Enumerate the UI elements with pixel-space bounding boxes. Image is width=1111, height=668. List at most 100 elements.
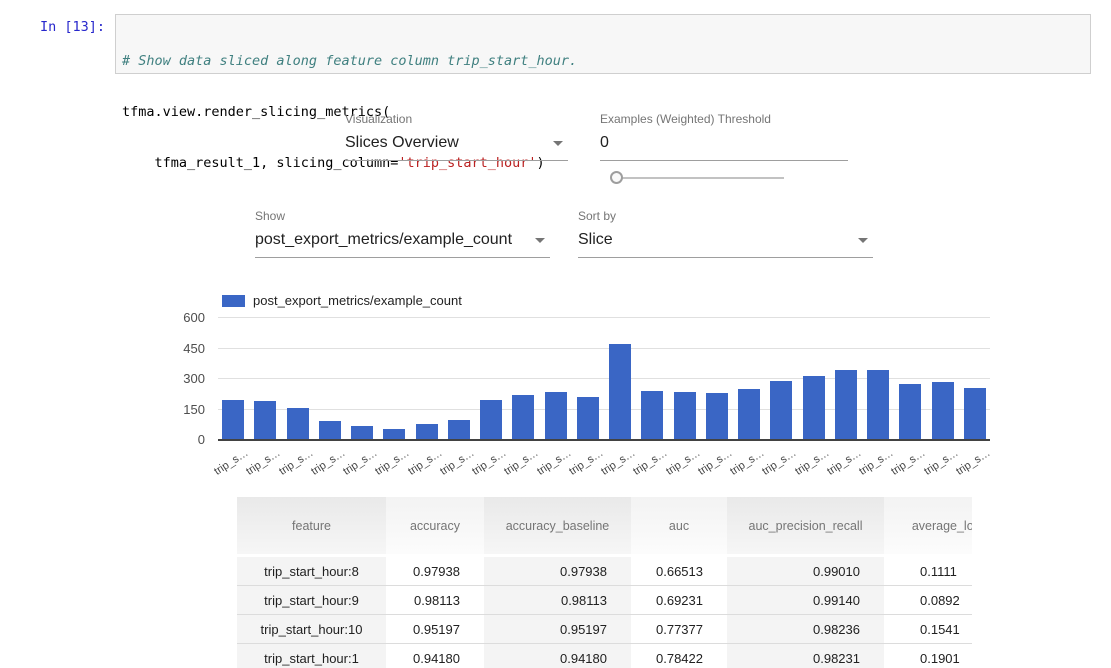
table-cell: trip_start_hour:10 xyxy=(237,615,386,644)
x-axis-tick: trip_s… xyxy=(932,443,954,479)
bar[interactable] xyxy=(319,421,341,439)
table-body: trip_start_hour:80.979380.979380.665130.… xyxy=(237,556,972,668)
slider-handle[interactable] xyxy=(610,171,623,184)
show-select[interactable]: Show post_export_metrics/example_count xyxy=(255,209,550,258)
x-axis-tick: trip_s… xyxy=(577,443,599,479)
x-axis-tick: trip_s… xyxy=(899,443,921,479)
y-axis-tick: 450 xyxy=(183,341,205,356)
bar[interactable] xyxy=(383,429,405,439)
bar[interactable] xyxy=(706,393,728,439)
threshold-slider[interactable] xyxy=(610,171,784,185)
threshold-label: Examples (Weighted) Threshold xyxy=(600,112,848,129)
table-cell: 0.99140 xyxy=(727,586,884,615)
code-comment-line: # Show data sliced along feature column … xyxy=(122,53,1090,70)
column-header[interactable]: auc_precision_recall xyxy=(727,497,884,556)
table-cell: 0.97938 xyxy=(484,556,631,586)
x-axis-tick: trip_s… xyxy=(770,443,792,479)
sort-by-label: Sort by xyxy=(578,209,873,226)
x-axis-tick: trip_s… xyxy=(319,443,341,479)
bar[interactable] xyxy=(416,424,438,439)
slider-track[interactable] xyxy=(621,177,784,179)
bar[interactable] xyxy=(545,392,567,439)
column-header[interactable]: auc xyxy=(631,497,727,556)
y-axis-tick: 600 xyxy=(183,310,205,325)
table-cell: 0.98113 xyxy=(484,586,631,615)
table-cell: 0.77377 xyxy=(631,615,727,644)
bar[interactable] xyxy=(899,384,921,439)
bar[interactable] xyxy=(577,397,599,439)
bar[interactable] xyxy=(867,370,889,439)
table-row: trip_start_hour:10.941800.941800.784220.… xyxy=(237,644,972,668)
bar[interactable] xyxy=(480,400,502,439)
y-axis-tick: 150 xyxy=(183,402,205,417)
bar[interactable] xyxy=(448,420,470,439)
bar[interactable] xyxy=(803,376,825,439)
chevron-down-icon[interactable] xyxy=(858,238,868,243)
table-cell: 0.98236 xyxy=(727,615,884,644)
bar[interactable] xyxy=(770,381,792,439)
visualization-value[interactable]: Slices Overview xyxy=(345,129,568,161)
legend-swatch xyxy=(222,295,245,307)
metrics-table: featureaccuracyaccuracy_baselineaucauc_p… xyxy=(237,497,972,668)
table-cell: 0.94180 xyxy=(484,644,631,668)
table-cell: trip_start_hour:1 xyxy=(237,644,386,668)
cell-input-prompt: In [13]: xyxy=(0,19,105,36)
table-cell: trip_start_hour:9 xyxy=(237,586,386,615)
bar[interactable] xyxy=(835,370,857,439)
sort-by-select[interactable]: Sort by Slice xyxy=(578,209,873,258)
x-axis-tick: trip_s… xyxy=(254,443,276,479)
x-axis-tick: trip_s… xyxy=(222,443,244,479)
bar[interactable] xyxy=(932,382,954,439)
bar[interactable] xyxy=(738,389,760,439)
x-axis-tick: trip_s… xyxy=(609,443,631,479)
table-cell: 0.0892 xyxy=(884,586,972,615)
bar[interactable] xyxy=(641,391,663,439)
x-axis-tick: trip_s… xyxy=(641,443,663,479)
legend-label: post_export_metrics/example_count xyxy=(253,293,462,308)
table-cell: 0.1111 xyxy=(884,556,972,586)
table-row: trip_start_hour:90.981130.981130.692310.… xyxy=(237,586,972,615)
show-value[interactable]: post_export_metrics/example_count xyxy=(255,226,550,258)
visualization-select[interactable]: Visualization Slices Overview xyxy=(345,112,568,161)
x-axis-tick: trip_s… xyxy=(448,443,470,479)
column-header[interactable]: feature xyxy=(237,497,386,556)
table-cell: 0.99010 xyxy=(727,556,884,586)
x-axis-tick: trip_s… xyxy=(545,443,567,479)
x-axis-tick: trip_s… xyxy=(351,443,373,479)
x-axis-tick: trip_s… xyxy=(480,443,502,479)
column-header[interactable]: accuracy_baseline xyxy=(484,497,631,556)
chart-legend: post_export_metrics/example_count xyxy=(222,293,462,308)
column-header[interactable]: accuracy xyxy=(386,497,484,556)
code-input-area[interactable]: # Show data sliced along feature column … xyxy=(115,14,1091,74)
table-cell: trip_start_hour:8 xyxy=(237,556,386,586)
bar[interactable] xyxy=(964,388,986,439)
bar[interactable] xyxy=(254,401,276,439)
x-axis-tick: trip_s… xyxy=(287,443,309,479)
x-axis-tick: trip_s… xyxy=(383,443,405,479)
x-axis-tick: trip_s… xyxy=(738,443,760,479)
table-cell: 0.78422 xyxy=(631,644,727,668)
threshold-input[interactable]: 0 xyxy=(600,129,848,161)
y-axis-tick: 300 xyxy=(183,371,205,386)
table-cell: 0.69231 xyxy=(631,586,727,615)
x-axis-tick: trip_s… xyxy=(416,443,438,479)
x-axis-tick: trip_s… xyxy=(835,443,857,479)
bar[interactable] xyxy=(674,392,696,439)
table-cell: 0.95197 xyxy=(386,615,484,644)
column-header[interactable]: average_loss xyxy=(884,497,972,556)
x-axis-tick: trip_s… xyxy=(803,443,825,479)
bar[interactable] xyxy=(609,344,631,439)
x-axis-tick: trip_s… xyxy=(706,443,728,479)
bar[interactable] xyxy=(222,400,244,439)
chevron-down-icon[interactable] xyxy=(553,141,563,146)
bar[interactable] xyxy=(351,426,373,439)
threshold-field[interactable]: Examples (Weighted) Threshold 0 xyxy=(600,112,848,161)
sort-by-value[interactable]: Slice xyxy=(578,226,873,258)
bar[interactable] xyxy=(512,395,534,439)
table-cell: 0.98113 xyxy=(386,586,484,615)
metrics-table-container: featureaccuracyaccuracy_baselineaucauc_p… xyxy=(237,497,972,668)
bar[interactable] xyxy=(287,408,309,439)
table-header-row: featureaccuracyaccuracy_baselineaucauc_p… xyxy=(237,497,972,556)
chevron-down-icon[interactable] xyxy=(535,238,545,243)
table-cell: 0.95197 xyxy=(484,615,631,644)
